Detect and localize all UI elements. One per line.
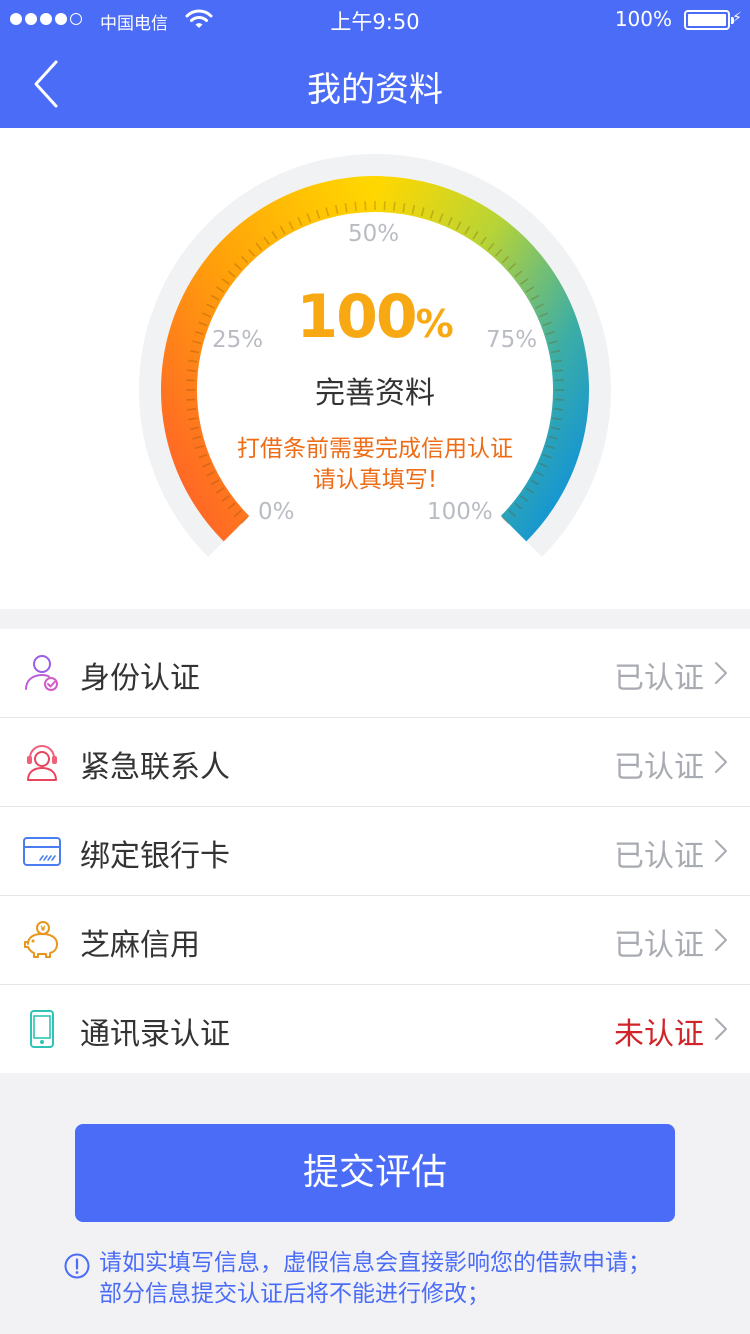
completion-percent-value: 100 [296, 282, 417, 352]
chevron-right-icon [715, 929, 727, 951]
gauge-tick [354, 201, 357, 212]
list-item-label: 身份认证 [80, 661, 200, 696]
list-item-bank-card[interactable]: 绑定银行卡 已认证 [0, 807, 750, 896]
credit-notice-line1: 打借条前需要完成信用认证 [237, 436, 513, 462]
list-item-sesame-credit[interactable]: 芝麻信用 已认证 [0, 896, 750, 985]
back-button[interactable] [24, 58, 74, 110]
list-item-label: 绑定银行卡 [80, 839, 230, 874]
list-item-emergency-contact[interactable]: 紧急联系人 已认证 [0, 718, 750, 807]
chevron-right-icon [715, 840, 727, 862]
status-text: 已认证 [614, 839, 704, 874]
chevron-left-icon [34, 60, 58, 108]
bank-card-icon [23, 837, 61, 866]
completion-label: 完善资料 [315, 376, 435, 411]
phone-icon [30, 1010, 54, 1048]
chevron-right-icon [715, 1018, 727, 1040]
gauge-tick [383, 201, 386, 211]
completion-percent-unit: % [415, 302, 454, 346]
charging-icon: ⚡ [732, 10, 742, 26]
credit-notice-line2: 请认真填写! [312, 467, 438, 493]
tick-label-0: 0% [258, 499, 295, 525]
status-bar: 中国电信 上午9:50 100% ⚡ [0, 0, 750, 40]
status-text: 未认证 [614, 1017, 704, 1052]
chevron-right-icon [715, 751, 727, 773]
info-icon [64, 1253, 90, 1279]
credit-notice: 打借条前需要完成信用认证 请认真填写! [0, 434, 750, 496]
status-text: 已认证 [614, 661, 704, 696]
verification-list: 身份认证 已认证 紧急联系人 已认证 绑定银行卡 已认证 芝麻信用 已认证 通讯… [0, 629, 750, 1073]
id-user-icon [25, 655, 58, 691]
submit-evaluation-button[interactable]: 提交评估 [75, 1124, 675, 1222]
chevron-right-icon [715, 662, 727, 684]
list-item-label: 芝麻信用 [80, 928, 200, 963]
tick-label-100: 100% [427, 499, 493, 525]
status-text: 已认证 [614, 750, 704, 785]
battery-icon [684, 10, 734, 30]
list-item-label: 通讯录认证 [80, 1017, 230, 1052]
notice-line1: 请如实填写信息，虚假信息会直接影响您的借款申请； [99, 1250, 651, 1276]
nav-bar: 我的资料 [0, 40, 750, 128]
gauge-tick [393, 201, 396, 212]
list-item-label: 紧急联系人 [80, 750, 230, 785]
gauge-tick [364, 201, 367, 211]
tick-label-50: 50% [348, 221, 400, 247]
status-text: 已认证 [614, 928, 704, 963]
list-item-contacts[interactable]: 通讯录认证 未认证 [0, 985, 750, 1073]
list-item-identity[interactable]: 身份认证 已认证 [0, 629, 750, 718]
notice-line2: 部分信息提交认证后将不能进行修改； [99, 1281, 490, 1307]
completion-percent: 100% [0, 282, 750, 352]
contact-person-icon [27, 745, 57, 781]
piggy-bank-icon [24, 921, 58, 958]
battery-percent: 100% [614, 7, 672, 31]
page-title: 我的资料 [307, 70, 443, 110]
